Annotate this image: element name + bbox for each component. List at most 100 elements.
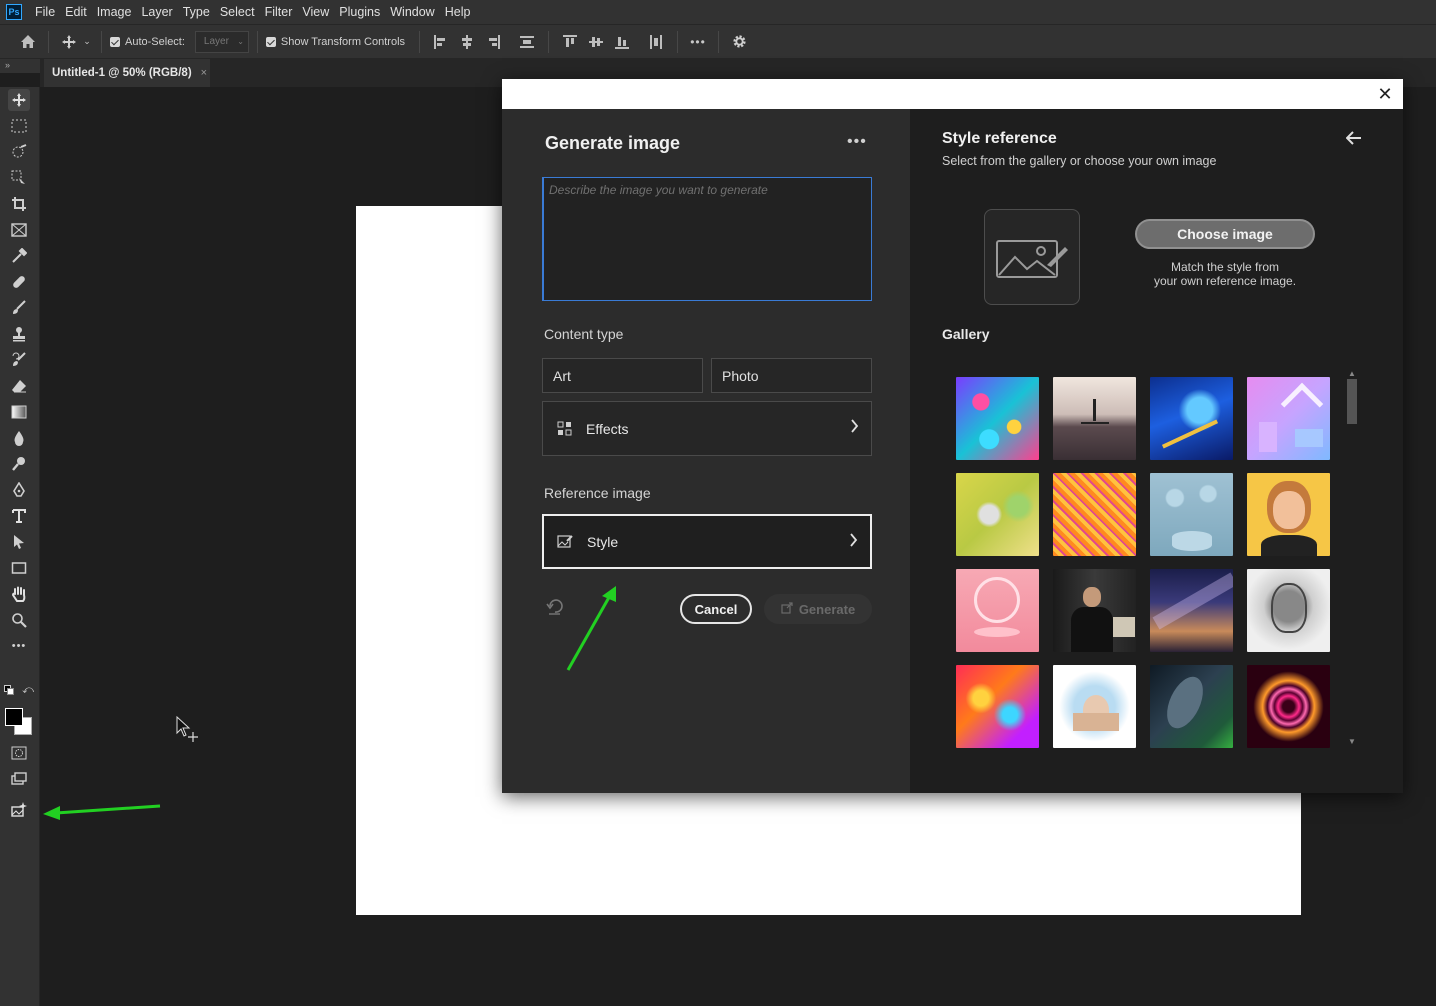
document-tab[interactable]: Untitled-1 @ 50% (RGB/8) × bbox=[44, 59, 210, 87]
gallery-blue-marble-fluid[interactable] bbox=[1150, 377, 1233, 460]
menu-type[interactable]: Type bbox=[178, 0, 215, 24]
align-right-icon[interactable] bbox=[486, 34, 501, 49]
gallery-colorful-paint-dots[interactable] bbox=[956, 377, 1039, 460]
object-selection-tool-icon[interactable] bbox=[8, 141, 30, 163]
zoom-tool-icon[interactable] bbox=[8, 609, 30, 631]
eraser-tool-icon[interactable] bbox=[8, 375, 30, 397]
menu-layer[interactable]: Layer bbox=[136, 0, 177, 24]
cancel-button[interactable]: Cancel bbox=[680, 594, 752, 624]
gallery-scrollbar[interactable]: ▲ ▼ bbox=[1346, 369, 1358, 749]
gallery-milky-way-sky[interactable] bbox=[1150, 569, 1233, 652]
generate-image-tool-icon[interactable] bbox=[8, 799, 30, 821]
dodge-tool-icon[interactable] bbox=[8, 453, 30, 475]
chevron-right-icon bbox=[849, 533, 858, 552]
reference-image-placeholder[interactable] bbox=[984, 209, 1080, 305]
quick-mask-icon[interactable] bbox=[8, 742, 30, 764]
gallery-3d-cartoon-woman[interactable] bbox=[1247, 473, 1330, 556]
align-top-icon[interactable] bbox=[563, 34, 578, 49]
gallery-orange-abstract-lines[interactable] bbox=[1053, 473, 1136, 556]
gallery-fluid-neon-art[interactable] bbox=[956, 665, 1039, 748]
gallery-pastel-3d-shapes[interactable] bbox=[1247, 377, 1330, 460]
crop-select-tool-icon[interactable] bbox=[8, 167, 30, 189]
home-icon[interactable] bbox=[16, 30, 40, 54]
align-middle-icon[interactable] bbox=[589, 35, 604, 49]
close-tab-icon[interactable]: × bbox=[201, 67, 207, 79]
more-options-icon[interactable]: ••• bbox=[847, 133, 867, 151]
layer-select[interactable]: Layer ⌄ bbox=[194, 30, 249, 53]
effects-button[interactable]: Effects bbox=[542, 401, 872, 456]
align-center-icon[interactable] bbox=[460, 34, 474, 49]
default-colors-icon[interactable] bbox=[3, 684, 15, 696]
hand-tool-icon[interactable] bbox=[8, 583, 30, 605]
gallery-pink-neon-ring[interactable] bbox=[956, 569, 1039, 652]
clone-stamp-tool-icon[interactable] bbox=[8, 323, 30, 345]
foreground-color-swatch[interactable] bbox=[5, 708, 23, 726]
options-bar: ⌄ Auto-Select: Layer ⌄ Show Transform Co… bbox=[0, 24, 1436, 59]
menu-plugins[interactable]: Plugins bbox=[334, 0, 385, 24]
menu-select[interactable]: Select bbox=[215, 0, 260, 24]
gear-icon[interactable] bbox=[727, 30, 751, 54]
auto-select-checkbox[interactable]: Auto-Select: bbox=[110, 36, 185, 48]
gallery-watercolor-cathedral[interactable] bbox=[1053, 665, 1136, 748]
generate-button[interactable]: Generate bbox=[764, 594, 872, 624]
align-left-icon[interactable] bbox=[434, 34, 448, 49]
eyedropper-tool-icon[interactable] bbox=[8, 245, 30, 267]
chevron-down-icon[interactable]: ⌄ bbox=[81, 30, 93, 54]
menu-edit[interactable]: Edit bbox=[60, 0, 92, 24]
menu-help[interactable]: Help bbox=[440, 0, 476, 24]
menu-file[interactable]: File bbox=[30, 0, 60, 24]
menu-image[interactable]: Image bbox=[92, 0, 137, 24]
edit-toolbar-icon[interactable]: ••• bbox=[8, 635, 30, 657]
gallery-dark-leaves[interactable] bbox=[1150, 665, 1233, 748]
scrollbar-thumb[interactable] bbox=[1347, 379, 1357, 424]
blur-tool-icon[interactable] bbox=[8, 427, 30, 449]
pen-tool-icon[interactable] bbox=[8, 479, 30, 501]
style-button[interactable]: Style bbox=[542, 514, 872, 569]
distribute-horizontal-icon[interactable] bbox=[649, 34, 663, 49]
distribute-vertical-icon[interactable] bbox=[520, 35, 535, 49]
chevron-down-icon[interactable]: ▼ bbox=[1348, 737, 1356, 746]
gallery-paddleboard-sunset[interactable] bbox=[1053, 377, 1136, 460]
divider bbox=[419, 30, 421, 53]
align-bottom-icon[interactable] bbox=[615, 35, 630, 49]
style-reference-subtitle: Select from the gallery or choose your o… bbox=[942, 154, 1217, 168]
gallery-sketch-robot-head[interactable] bbox=[1247, 569, 1330, 652]
collapse-toolbar-icon[interactable]: » bbox=[0, 59, 40, 73]
gallery-neon-heart[interactable] bbox=[1247, 665, 1330, 748]
brush-tool-icon[interactable] bbox=[8, 297, 30, 319]
menu-window[interactable]: Window bbox=[385, 0, 439, 24]
gallery-man-portrait[interactable] bbox=[1053, 569, 1136, 652]
back-arrow-icon[interactable] bbox=[1345, 129, 1362, 150]
style-label: Style bbox=[587, 533, 619, 550]
more-options-icon[interactable]: ••• bbox=[686, 30, 710, 54]
gallery-yellow-texture-paint[interactable] bbox=[956, 473, 1039, 556]
move-tool-icon[interactable] bbox=[8, 89, 30, 111]
annotation-arrow-left bbox=[43, 804, 161, 820]
show-transform-checkbox[interactable]: Show Transform Controls bbox=[265, 36, 405, 48]
chevron-up-icon[interactable]: ▲ bbox=[1348, 369, 1356, 378]
divider bbox=[548, 30, 550, 53]
history-brush-tool-icon[interactable] bbox=[8, 349, 30, 371]
effects-label: Effects bbox=[586, 420, 629, 437]
type-tool-icon[interactable] bbox=[8, 505, 30, 527]
gallery-blue-3d-stage[interactable] bbox=[1150, 473, 1233, 556]
menu-filter[interactable]: Filter bbox=[260, 0, 298, 24]
choose-image-button[interactable]: Choose image bbox=[1135, 219, 1315, 249]
art-button[interactable]: Art bbox=[542, 358, 703, 393]
marquee-tool-icon[interactable] bbox=[8, 115, 30, 137]
swap-colors-icon[interactable]: ⤺ bbox=[22, 684, 34, 696]
close-icon[interactable]: ✕ bbox=[1375, 84, 1395, 104]
layer-select-value: Layer bbox=[203, 36, 229, 47]
frame-tool-icon[interactable] bbox=[8, 219, 30, 241]
crop-tool-icon[interactable] bbox=[8, 193, 30, 215]
path-selection-tool-icon[interactable] bbox=[8, 531, 30, 553]
menu-view[interactable]: View bbox=[297, 0, 334, 24]
healing-brush-tool-icon[interactable] bbox=[8, 271, 30, 293]
generate-label: Generate bbox=[798, 601, 856, 617]
prompt-input[interactable]: Describe the image you want to generate bbox=[542, 177, 872, 301]
photo-button[interactable]: Photo bbox=[711, 358, 872, 393]
move-tool-icon[interactable] bbox=[57, 30, 81, 54]
screen-mode-icon[interactable] bbox=[8, 768, 30, 790]
gradient-tool-icon[interactable] bbox=[8, 401, 30, 423]
rectangle-tool-icon[interactable] bbox=[8, 557, 30, 579]
